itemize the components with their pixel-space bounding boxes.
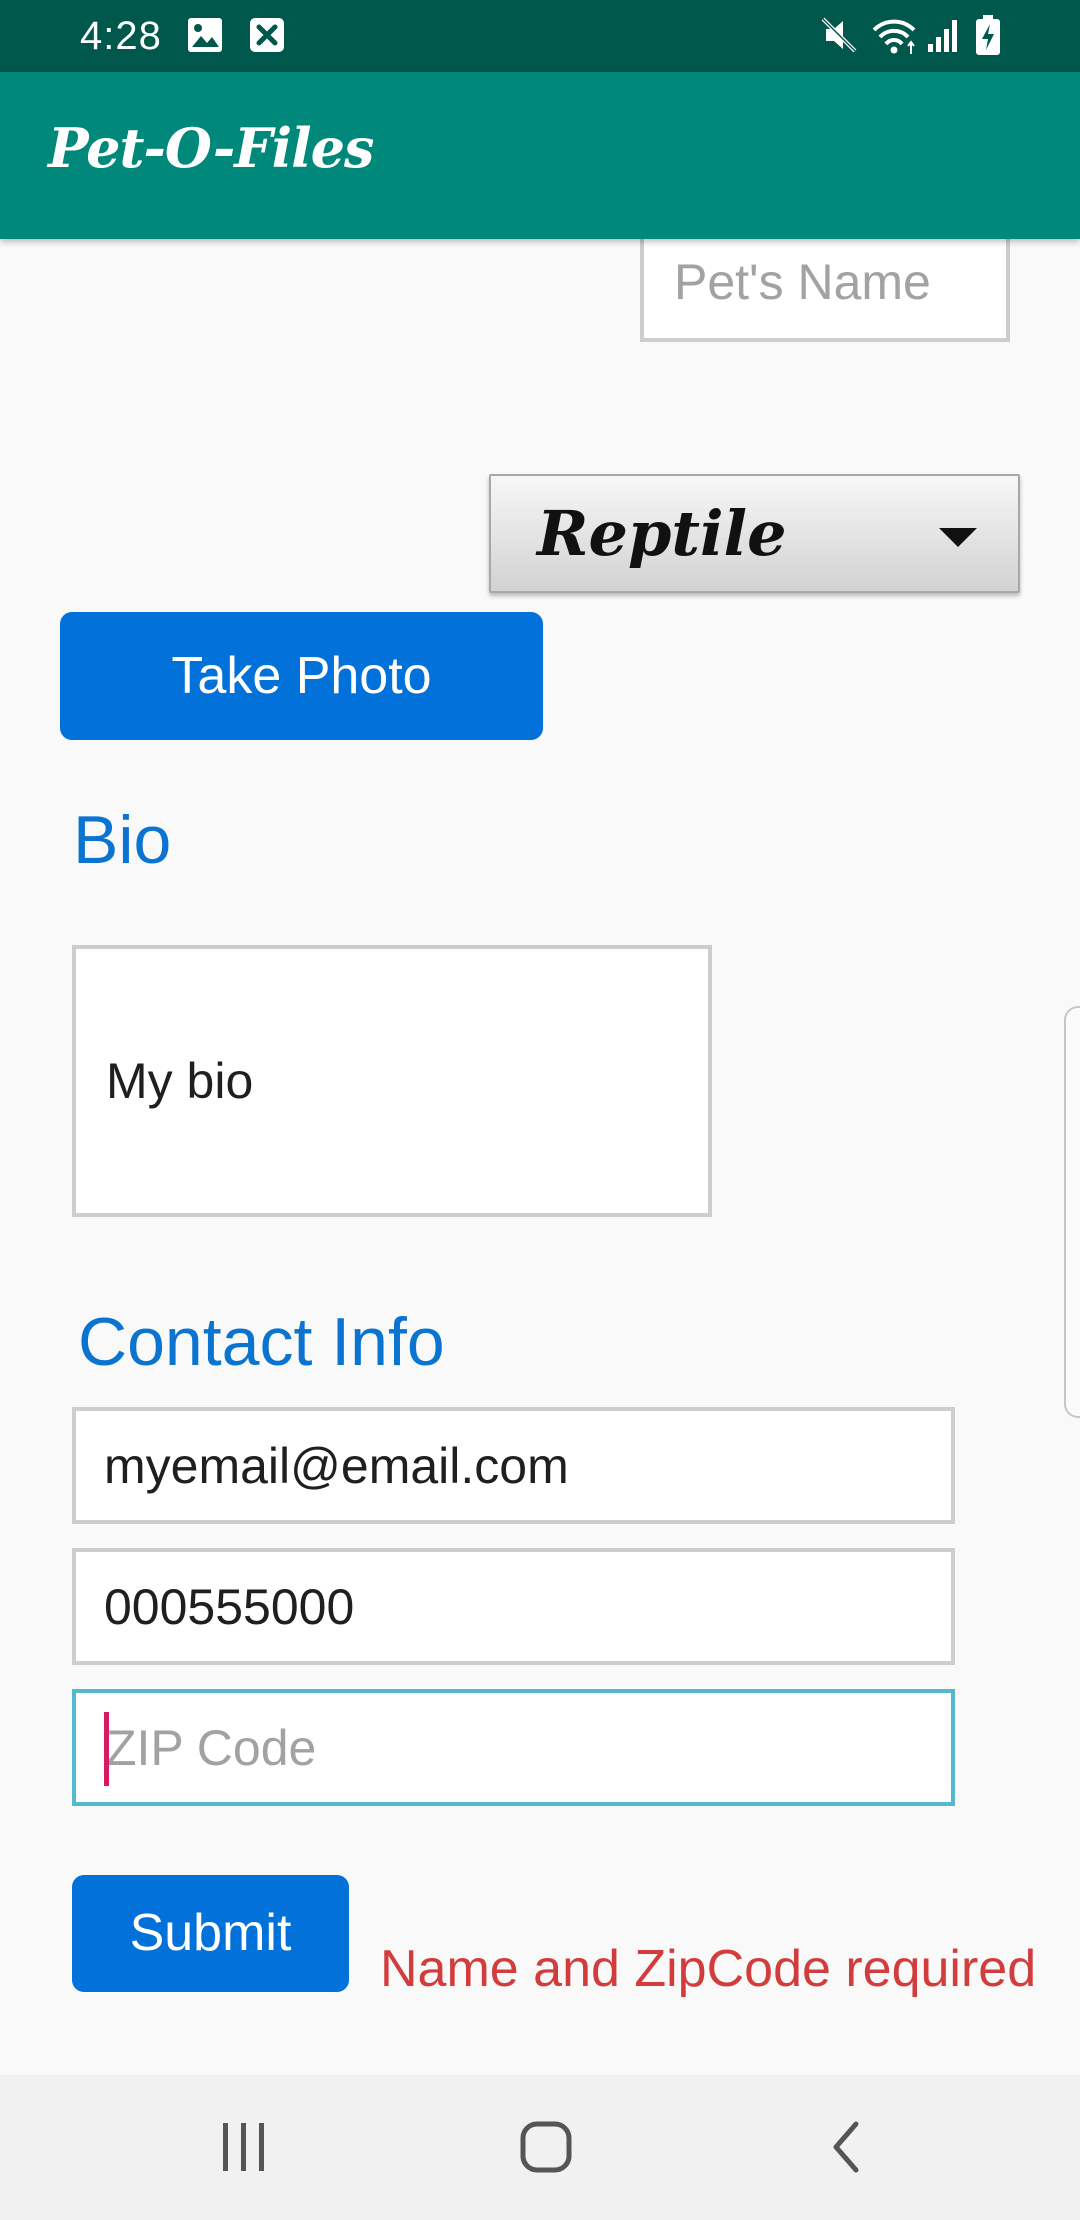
contact-info-heading: Contact Info [78, 1304, 445, 1380]
mute-icon [821, 17, 857, 53]
email-field[interactable]: myemail@email.com [72, 1407, 955, 1524]
validation-error-message: Name and ZipCode required [380, 1940, 1037, 1998]
pet-name-placeholder: Pet's Name [674, 253, 931, 310]
pet-type-selected-value: Reptile [537, 497, 787, 570]
pet-type-dropdown[interactable]: Reptile [489, 474, 1020, 593]
navigation-bar [0, 2075, 1080, 2220]
status-bar: 4:28 [0, 0, 1080, 72]
zip-code-placeholder: ZIP Code [106, 1719, 317, 1776]
home-icon[interactable] [518, 2119, 574, 2175]
app-bar: Pet-O-Files [0, 72, 1080, 239]
dropdown-arrow-icon [939, 528, 977, 547]
bio-text: My bio [106, 1053, 254, 1109]
recent-apps-icon[interactable] [219, 2121, 269, 2173]
back-icon[interactable] [826, 2119, 866, 2175]
text-cursor [104, 1712, 109, 1786]
app-title: Pet-O-Files [48, 116, 374, 180]
take-photo-button[interactable]: Take Photo [60, 612, 543, 740]
pet-name-input[interactable]: Pet's Name [640, 225, 1010, 342]
phone-field[interactable]: 000555000 [72, 1548, 955, 1665]
bio-textarea[interactable]: My bio [72, 945, 712, 1217]
gallery-icon [188, 18, 222, 52]
email-value: myemail@email.com [104, 1437, 569, 1494]
wifi-icon [872, 19, 916, 54]
phone-value: 000555000 [104, 1578, 355, 1635]
bio-heading: Bio [73, 802, 172, 878]
submit-button[interactable]: Submit [72, 1875, 349, 1992]
cellular-signal-icon [928, 20, 957, 52]
edge-panel-handle[interactable] [1064, 1006, 1080, 1418]
battery-charging-icon [976, 15, 1000, 55]
close-box-icon [250, 18, 284, 52]
status-time: 4:28 [80, 14, 162, 58]
zip-code-field[interactable]: ZIP Code [72, 1689, 955, 1806]
